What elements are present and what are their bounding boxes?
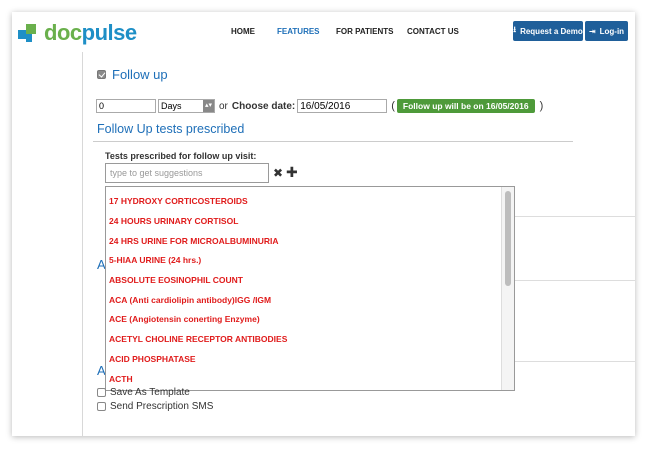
docpulse-logo[interactable]: docpulse xyxy=(18,20,137,45)
request-demo-button[interactable]: ⭳ Request a Demo xyxy=(513,21,583,41)
send-sms-option[interactable]: Send Prescription SMS xyxy=(97,401,213,412)
followup-date-badge: Follow up will be on 16/05/2016 xyxy=(396,99,535,113)
download-icon: ⭳ xyxy=(513,25,517,34)
dropdown-scroll-thumb[interactable] xyxy=(505,191,511,286)
login-button[interactable]: ⇥ Log-in xyxy=(585,21,628,41)
followup-label: Follow up xyxy=(112,67,168,82)
suggestion-item[interactable]: 5-HIAA URINE (24 hrs.) xyxy=(109,255,201,265)
logo-mark-icon xyxy=(18,22,40,44)
nav-for-patients[interactable]: FOR PATIENTS xyxy=(336,27,393,36)
followup-toggle-row: Follow up xyxy=(97,67,168,82)
choose-date-label: Choose date: xyxy=(231,100,296,112)
save-template-option[interactable]: Save As Template xyxy=(97,387,190,398)
send-sms-checkbox[interactable] xyxy=(97,402,106,411)
suggestion-item[interactable]: ACID PHOSPHATASE xyxy=(109,354,196,364)
add-icon[interactable]: ✚ xyxy=(286,164,298,181)
followup-inputs-row: 0 Days ▴▾ or Choose date: 16/05/2016 ( F… xyxy=(96,99,543,113)
suggestion-item[interactable]: 24 HOURS URINARY CORTISOL xyxy=(109,216,238,226)
suggestion-item[interactable]: ABSOLUTE EOSINOPHIL COUNT xyxy=(109,275,243,285)
or-text: or xyxy=(219,100,228,112)
followup-unit-select[interactable]: Days ▴▾ xyxy=(158,99,215,113)
clear-icon[interactable]: ✖ xyxy=(273,166,283,180)
suggestion-item[interactable]: ACTH xyxy=(109,374,133,384)
suggestion-item[interactable]: ACETYL CHOLINE RECEPTOR ANTIBODIES xyxy=(109,334,287,344)
prescription-form: Follow up 0 Days ▴▾ or Choose date: 16/0… xyxy=(82,52,635,436)
nav-contact-us[interactable]: CONTACT US xyxy=(407,27,459,36)
tests-search-input[interactable]: type to get suggestions xyxy=(105,163,269,183)
nav-home[interactable]: HOME xyxy=(231,27,255,36)
suggestion-item[interactable]: ACE (Angiotensin conerting Enzyme) xyxy=(109,314,260,324)
site-header: docpulse HOME FEATURES FOR PATIENTS CONT… xyxy=(12,12,635,52)
followup-days-input[interactable]: 0 xyxy=(96,99,156,113)
save-template-checkbox[interactable] xyxy=(97,388,106,397)
followup-unit-value: Days xyxy=(161,101,182,111)
logo-doc-text: doc xyxy=(44,20,82,45)
app-window: docpulse HOME FEATURES FOR PATIENTS CONT… xyxy=(12,12,635,436)
followup-date-input[interactable]: 16/05/2016 xyxy=(297,99,388,113)
dropdown-scrollbar[interactable] xyxy=(501,187,514,390)
paren-open: ( xyxy=(391,100,395,112)
login-icon: ⇥ xyxy=(588,26,596,36)
request-demo-label: Request a Demo xyxy=(520,26,583,36)
save-template-label: Save As Template xyxy=(110,387,190,398)
tests-field-label: Tests prescribed for follow up visit: xyxy=(105,151,257,161)
followup-tests-title: Follow Up tests prescribed xyxy=(97,122,245,136)
suggestion-item[interactable]: 24 HRS URINE FOR MICROALBUMINURIA xyxy=(109,236,279,246)
paren-close: ) xyxy=(539,100,544,112)
suggestion-item[interactable]: ACA (Anti cardiolipin antibody)IGG /IGM xyxy=(109,295,271,305)
select-arrows-icon: ▴▾ xyxy=(203,100,214,112)
suggestion-item[interactable]: 17 HYDROXY CORTICOSTEROIDS xyxy=(109,196,248,206)
send-sms-label: Send Prescription SMS xyxy=(110,401,214,412)
followup-checkbox[interactable] xyxy=(97,70,106,79)
logo-pulse-text: pulse xyxy=(81,20,137,45)
login-label: Log-in xyxy=(599,26,625,36)
suggestions-dropdown: 17 HYDROXY CORTICOSTEROIDS 24 HOURS URIN… xyxy=(105,186,515,391)
nav-features[interactable]: FEATURES xyxy=(277,27,320,36)
